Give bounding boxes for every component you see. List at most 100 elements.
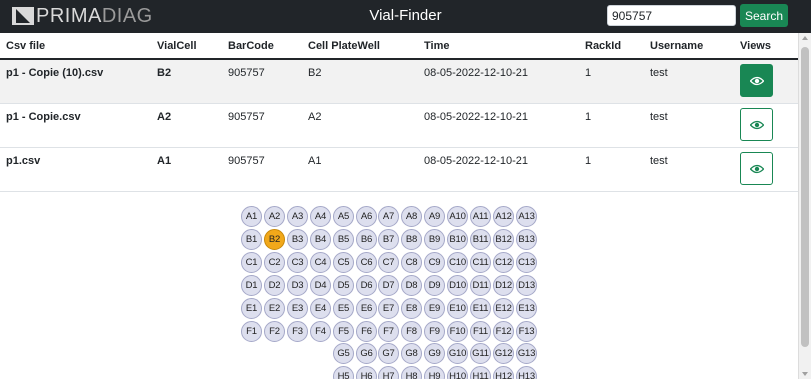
well-e6[interactable]: E6: [356, 298, 377, 319]
well-h5[interactable]: H5: [333, 366, 354, 379]
vertical-scrollbar[interactable]: [798, 33, 811, 379]
well-f3[interactable]: F3: [287, 321, 308, 342]
well-a7[interactable]: A7: [378, 206, 399, 227]
well-e11[interactable]: E11: [470, 298, 491, 319]
well-g10[interactable]: G10: [447, 343, 468, 364]
well-d4[interactable]: D4: [310, 275, 331, 296]
well-g7[interactable]: G7: [378, 343, 399, 364]
well-a8[interactable]: A8: [401, 206, 422, 227]
well-g6[interactable]: G6: [356, 343, 377, 364]
well-b3[interactable]: B3: [287, 229, 308, 250]
well-c3[interactable]: C3: [287, 252, 308, 273]
well-f9[interactable]: F9: [424, 321, 445, 342]
well-a13[interactable]: A13: [516, 206, 537, 227]
scroll-thumb[interactable]: [801, 47, 809, 347]
well-c7[interactable]: C7: [378, 252, 399, 273]
well-c10[interactable]: C10: [447, 252, 468, 273]
well-f11[interactable]: F11: [470, 321, 491, 342]
scroll-up-arrow-icon[interactable]: [802, 36, 808, 40]
well-c9[interactable]: C9: [424, 252, 445, 273]
well-a2[interactable]: A2: [264, 206, 285, 227]
well-b8[interactable]: B8: [401, 229, 422, 250]
well-g9[interactable]: G9: [424, 343, 445, 364]
well-e7[interactable]: E7: [378, 298, 399, 319]
well-e10[interactable]: E10: [447, 298, 468, 319]
well-a4[interactable]: A4: [310, 206, 331, 227]
well-e9[interactable]: E9: [424, 298, 445, 319]
well-a10[interactable]: A10: [447, 206, 468, 227]
well-f12[interactable]: F12: [493, 321, 514, 342]
well-a6[interactable]: A6: [356, 206, 377, 227]
well-d7[interactable]: D7: [378, 275, 399, 296]
well-b9[interactable]: B9: [424, 229, 445, 250]
well-b10[interactable]: B10: [447, 229, 468, 250]
well-c1[interactable]: C1: [241, 252, 262, 273]
well-g13[interactable]: G13: [516, 343, 537, 364]
well-f5[interactable]: F5: [333, 321, 354, 342]
well-b7[interactable]: B7: [378, 229, 399, 250]
well-a3[interactable]: A3: [287, 206, 308, 227]
well-f13[interactable]: F13: [516, 321, 537, 342]
well-f2[interactable]: F2: [264, 321, 285, 342]
well-a9[interactable]: A9: [424, 206, 445, 227]
well-d1[interactable]: D1: [241, 275, 262, 296]
well-h6[interactable]: H6: [356, 366, 377, 379]
search-button[interactable]: Search: [740, 4, 788, 27]
well-e4[interactable]: E4: [310, 298, 331, 319]
well-c4[interactable]: C4: [310, 252, 331, 273]
well-d8[interactable]: D8: [401, 275, 422, 296]
well-e12[interactable]: E12: [493, 298, 514, 319]
well-f7[interactable]: F7: [378, 321, 399, 342]
well-g12[interactable]: G12: [493, 343, 514, 364]
well-d12[interactable]: D12: [493, 275, 514, 296]
well-c11[interactable]: C11: [470, 252, 491, 273]
well-b2[interactable]: B2: [264, 229, 285, 250]
well-e5[interactable]: E5: [333, 298, 354, 319]
well-d2[interactable]: D2: [264, 275, 285, 296]
well-a12[interactable]: A12: [493, 206, 514, 227]
well-h9[interactable]: H9: [424, 366, 445, 379]
well-e1[interactable]: E1: [241, 298, 262, 319]
well-c8[interactable]: C8: [401, 252, 422, 273]
well-b4[interactable]: B4: [310, 229, 331, 250]
well-h11[interactable]: H11: [470, 366, 491, 379]
well-f1[interactable]: F1: [241, 321, 262, 342]
well-b5[interactable]: B5: [333, 229, 354, 250]
view-button[interactable]: [740, 152, 773, 185]
well-h8[interactable]: H8: [401, 366, 422, 379]
well-g11[interactable]: G11: [470, 343, 491, 364]
well-f4[interactable]: F4: [310, 321, 331, 342]
well-f10[interactable]: F10: [447, 321, 468, 342]
well-e13[interactable]: E13: [516, 298, 537, 319]
well-g8[interactable]: G8: [401, 343, 422, 364]
well-d6[interactable]: D6: [356, 275, 377, 296]
well-d5[interactable]: D5: [333, 275, 354, 296]
well-d13[interactable]: D13: [516, 275, 537, 296]
well-d11[interactable]: D11: [470, 275, 491, 296]
well-c12[interactable]: C12: [493, 252, 514, 273]
well-a5[interactable]: A5: [333, 206, 354, 227]
well-h7[interactable]: H7: [378, 366, 399, 379]
view-button[interactable]: [740, 64, 773, 97]
well-f6[interactable]: F6: [356, 321, 377, 342]
well-g5[interactable]: G5: [333, 343, 354, 364]
well-c5[interactable]: C5: [333, 252, 354, 273]
well-a11[interactable]: A11: [470, 206, 491, 227]
well-d10[interactable]: D10: [447, 275, 468, 296]
well-b12[interactable]: B12: [493, 229, 514, 250]
well-d3[interactable]: D3: [287, 275, 308, 296]
search-input[interactable]: [607, 5, 736, 26]
well-h10[interactable]: H10: [447, 366, 468, 379]
well-b1[interactable]: B1: [241, 229, 262, 250]
view-button[interactable]: [740, 108, 773, 141]
well-b11[interactable]: B11: [470, 229, 491, 250]
well-c2[interactable]: C2: [264, 252, 285, 273]
well-c6[interactable]: C6: [356, 252, 377, 273]
well-d9[interactable]: D9: [424, 275, 445, 296]
well-e8[interactable]: E8: [401, 298, 422, 319]
well-h12[interactable]: H12: [493, 366, 514, 379]
well-e2[interactable]: E2: [264, 298, 285, 319]
scroll-down-arrow-icon[interactable]: [802, 372, 808, 376]
well-f8[interactable]: F8: [401, 321, 422, 342]
well-b6[interactable]: B6: [356, 229, 377, 250]
